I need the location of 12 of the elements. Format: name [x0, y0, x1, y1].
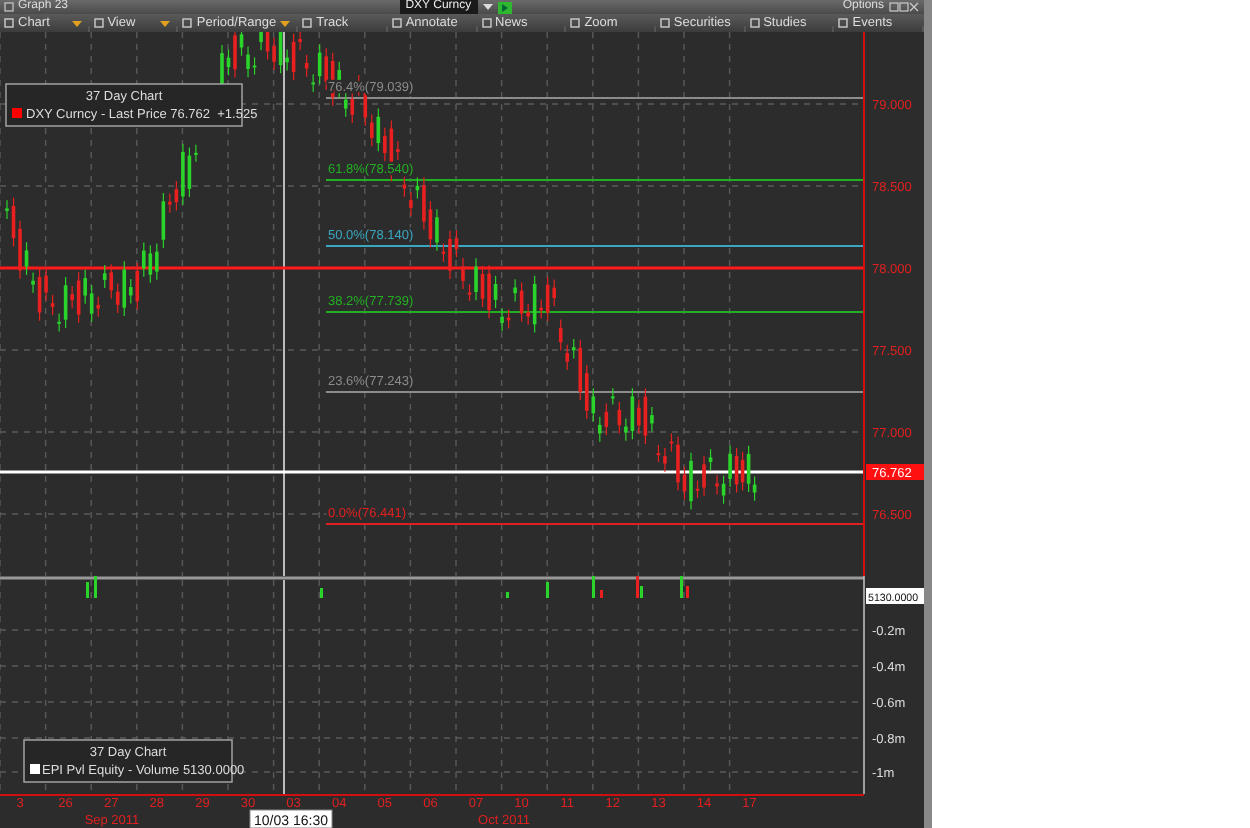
square-icon — [182, 18, 193, 28]
go-button[interactable] — [497, 1, 512, 13]
square-icon — [570, 18, 581, 28]
square-icon — [838, 18, 849, 28]
square-icon — [749, 18, 760, 28]
square-icon — [481, 18, 491, 28]
square-icon — [659, 18, 670, 28]
square-icon — [391, 18, 402, 28]
square-icon — [93, 18, 104, 28]
window-controls-icon[interactable] — [888, 2, 920, 12]
square-icon — [302, 18, 313, 28]
square-icon — [4, 18, 14, 28]
